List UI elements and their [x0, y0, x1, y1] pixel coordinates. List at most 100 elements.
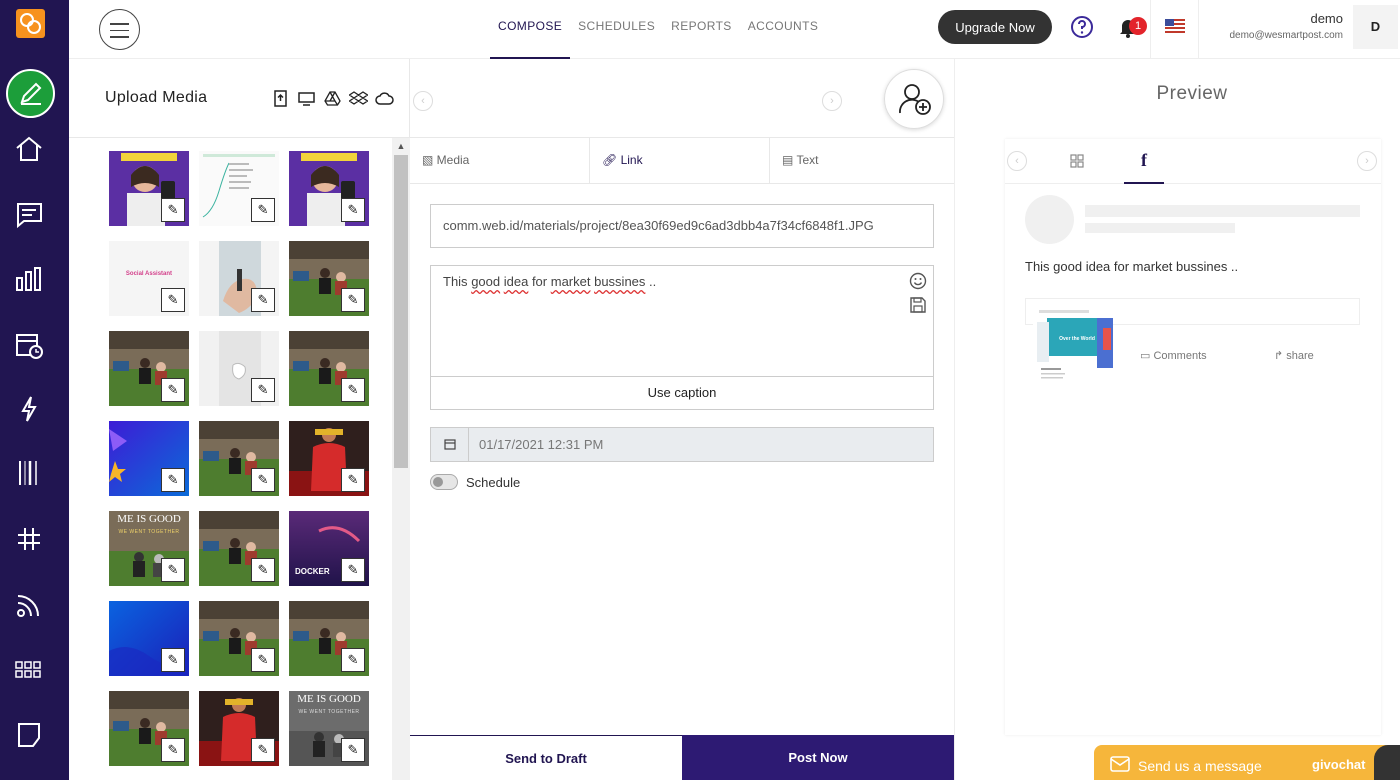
edit-image-button[interactable]: ✎: [251, 288, 275, 312]
media-thumbnail[interactable]: ✎: [199, 511, 279, 586]
edit-image-button[interactable]: ✎: [161, 558, 185, 582]
edit-image-button[interactable]: ✎: [341, 378, 365, 402]
edit-image-button[interactable]: ✎: [161, 468, 185, 492]
tab-accounts[interactable]: ACCOUNTS: [740, 0, 827, 59]
post-now-button[interactable]: Post Now: [682, 735, 954, 780]
media-thumbnail[interactable]: ✎: [109, 691, 189, 766]
edit-image-button[interactable]: ✎: [161, 378, 185, 402]
edit-image-button[interactable]: ✎: [341, 288, 365, 312]
edit-image-button[interactable]: ✎: [251, 558, 275, 582]
desktop-icon[interactable]: [297, 89, 316, 108]
save-icon[interactable]: [909, 296, 927, 314]
edit-image-button[interactable]: ✎: [161, 648, 185, 672]
media-thumbnail[interactable]: ✎: [109, 421, 189, 496]
edit-image-button[interactable]: ✎: [341, 648, 365, 672]
media-thumbnail[interactable]: ME IS GOOD WE WENT TOGETHER ✎: [109, 511, 189, 586]
caption-textarea[interactable]: This good idea for market bussines .. Us…: [430, 265, 934, 410]
media-thumbnail[interactable]: ✎: [109, 151, 189, 226]
media-thumbnail[interactable]: DOCKER ✎: [289, 511, 369, 586]
schedule-date-field[interactable]: 01/17/2021 12:31 PM: [430, 427, 934, 462]
cloud-icon[interactable]: [375, 89, 394, 108]
pencil-icon: ✎: [347, 382, 359, 397]
media-thumbnail[interactable]: ✎: [289, 331, 369, 406]
media-thumbnail[interactable]: ✎: [199, 241, 279, 316]
tab-media[interactable]: ▧ Media: [410, 138, 590, 183]
chevron-left-icon[interactable]: ‹: [413, 91, 433, 111]
schedule-date-value[interactable]: 01/17/2021 12:31 PM: [479, 428, 603, 461]
media-thumbnail[interactable]: ✎: [289, 421, 369, 496]
upload-icon[interactable]: [271, 89, 290, 108]
dropbox-icon[interactable]: [348, 89, 369, 108]
home-icon[interactable]: [14, 134, 44, 164]
thumb-label: DOCKER: [295, 567, 330, 576]
media-thumbnail[interactable]: ME IS GOOD WE WENT TOGETHER ✎: [289, 691, 369, 766]
media-thumbnail[interactable]: ✎: [109, 601, 189, 676]
media-scroll-thumb[interactable]: [394, 155, 408, 468]
help-icon[interactable]: [1070, 15, 1094, 39]
scroll-up-icon[interactable]: ▲: [394, 141, 408, 153]
reports-icon[interactable]: [14, 264, 44, 294]
caption-text[interactable]: This good idea for market bussines ..: [443, 274, 656, 289]
chat-icon[interactable]: [14, 200, 44, 230]
caption-word: bussines: [594, 274, 646, 289]
edit-image-button[interactable]: ✎: [161, 198, 185, 222]
edit-image-button[interactable]: ✎: [251, 198, 275, 222]
chevron-left-icon[interactable]: ‹: [1007, 151, 1027, 171]
media-thumbnail[interactable]: ✎: [289, 241, 369, 316]
calendar-icon[interactable]: [14, 330, 44, 360]
media-thumbnail[interactable]: ✎: [289, 601, 369, 676]
chat-placeholder[interactable]: Send us a message: [1138, 758, 1262, 774]
tab-text[interactable]: ▤ Text: [770, 138, 950, 183]
compose-panel: ‹ › ▧ Media 🔗︎ Link ▤ Text comm.web.id/m…: [410, 59, 955, 780]
chevron-right-icon[interactable]: ›: [1357, 151, 1377, 171]
nav-compose-button[interactable]: [6, 69, 55, 118]
media-thumbnail[interactable]: ✎: [199, 151, 279, 226]
use-caption-button[interactable]: Use caption: [431, 376, 933, 409]
hashtag-icon[interactable]: [14, 524, 44, 554]
edit-image-button[interactable]: ✎: [341, 198, 365, 222]
lightning-icon[interactable]: [14, 394, 44, 424]
link-input[interactable]: comm.web.id/materials/project/8ea30f69ed…: [430, 204, 934, 248]
us-flag-icon[interactable]: [1165, 19, 1185, 33]
avatar[interactable]: D: [1353, 5, 1398, 49]
menu-toggle-button[interactable]: [99, 9, 140, 50]
chat-widget[interactable]: Send us a message givochat: [1094, 745, 1400, 780]
send-to-draft-button[interactable]: Send to Draft: [410, 735, 682, 780]
tab-reports[interactable]: REPORTS: [663, 0, 740, 59]
tab-link[interactable]: 🔗︎ Link: [590, 138, 770, 183]
edit-image-button[interactable]: ✎: [341, 468, 365, 492]
grid-icon[interactable]: [1069, 153, 1085, 169]
rss-icon[interactable]: [14, 590, 44, 620]
edit-image-button[interactable]: ✎: [251, 378, 275, 402]
google-drive-icon[interactable]: [323, 89, 342, 108]
tab-schedules[interactable]: SCHEDULES: [570, 0, 663, 59]
edit-image-button[interactable]: ✎: [161, 288, 185, 312]
edit-image-button[interactable]: ✎: [161, 738, 185, 762]
media-thumbnail[interactable]: ✎: [199, 691, 279, 766]
facebook-icon[interactable]: f: [1124, 139, 1164, 184]
edit-image-button[interactable]: ✎: [251, 468, 275, 492]
tab-compose[interactable]: COMPOSE: [490, 0, 571, 59]
schedule-toggle[interactable]: [430, 474, 458, 490]
barcode-icon[interactable]: [14, 458, 44, 488]
emoji-icon[interactable]: [909, 272, 927, 290]
note-icon[interactable]: [14, 720, 44, 750]
apps-icon[interactable]: [14, 654, 44, 684]
app-logo-icon[interactable]: [16, 9, 45, 38]
preview-comments: ▭ Comments: [1140, 349, 1207, 362]
share-icon: ↱: [1274, 350, 1287, 362]
media-thumbnail[interactable]: ✎: [289, 151, 369, 226]
media-thumbnail[interactable]: ✎: [199, 421, 279, 496]
media-thumbnail[interactable]: Social Assistant ✎: [109, 241, 189, 316]
add-account-button[interactable]: [884, 69, 944, 129]
media-thumbnail[interactable]: ✎: [109, 331, 189, 406]
edit-image-button[interactable]: ✎: [341, 558, 365, 582]
media-thumbnail[interactable]: ✎: [199, 331, 279, 406]
edit-image-button[interactable]: ✎: [341, 738, 365, 762]
upgrade-now-button[interactable]: Upgrade Now: [938, 10, 1052, 44]
media-thumbnail[interactable]: ✎: [199, 601, 279, 676]
edit-image-button[interactable]: ✎: [251, 648, 275, 672]
chevron-right-icon[interactable]: ›: [822, 91, 842, 111]
edit-image-button[interactable]: ✎: [251, 738, 275, 762]
calendar-small-icon[interactable]: [431, 428, 469, 461]
